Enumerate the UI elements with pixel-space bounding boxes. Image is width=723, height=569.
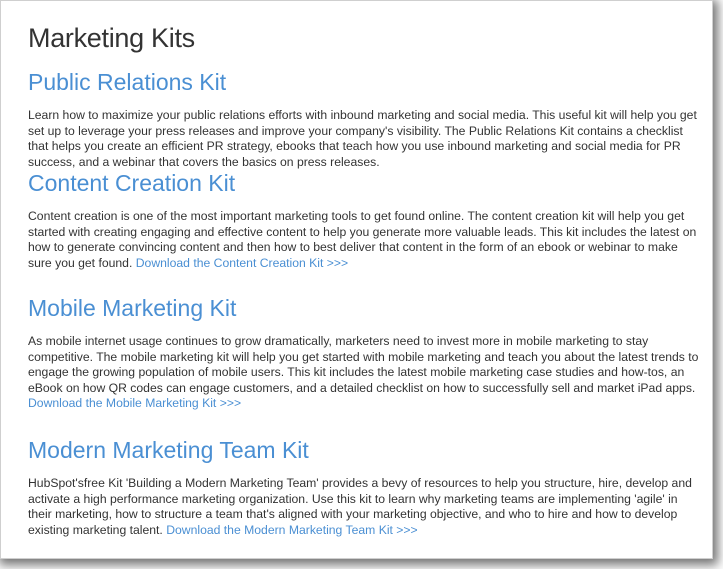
kit-description-content-creation: Content creation is one of the most impo… xyxy=(28,209,700,271)
page-title: Marketing Kits xyxy=(28,23,195,53)
kit-body-text: As mobile internet usage continues to gr… xyxy=(28,334,699,395)
download-mobile-marketing-kit-link[interactable]: Download the Mobile Marketing Kit >>> xyxy=(28,396,241,410)
kit-section-modern-marketing-team: Modern Marketing Team Kit HubSpot'sfree … xyxy=(28,436,700,538)
kit-title-mobile-marketing: Mobile Marketing Kit xyxy=(28,295,237,321)
kit-body-text: Learn how to maximize your public relati… xyxy=(28,108,697,169)
kit-title-content-creation: Content Creation Kit xyxy=(28,170,236,196)
kit-body-text: Content creation is one of the most impo… xyxy=(28,209,697,270)
download-modern-marketing-team-kit-link[interactable]: Download the Modern Marketing Team Kit >… xyxy=(166,523,417,537)
kit-description-public-relations: Learn how to maximize your public relati… xyxy=(28,108,700,170)
kit-section-mobile-marketing: Mobile Marketing Kit As mobile internet … xyxy=(28,294,700,412)
kit-title-modern-marketing-team: Modern Marketing Team Kit xyxy=(28,437,309,463)
download-content-creation-kit-link[interactable]: Download the Content Creation Kit >>> xyxy=(136,256,348,270)
screenshot-frame: Marketing Kits Public Relations Kit Lear… xyxy=(0,0,713,559)
kit-section-content-creation: Content Creation Kit Content creation is… xyxy=(28,169,700,271)
kit-description-mobile-marketing: As mobile internet usage continues to gr… xyxy=(28,334,700,412)
kit-description-modern-marketing-team: HubSpot'sfree Kit 'Building a Modern Mar… xyxy=(28,476,700,538)
kit-section-public-relations: Public Relations Kit Learn how to maximi… xyxy=(28,68,700,170)
kit-title-public-relations: Public Relations Kit xyxy=(28,69,227,95)
